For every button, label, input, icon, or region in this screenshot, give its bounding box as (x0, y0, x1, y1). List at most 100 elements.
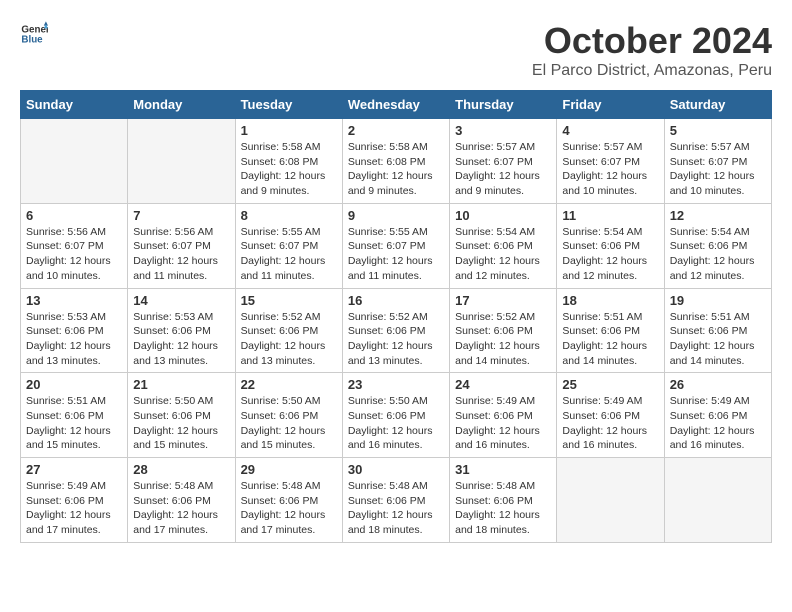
sunset-text: Sunset: 6:07 PM (133, 239, 229, 254)
daylight-text: Daylight: 12 hours and 14 minutes. (670, 339, 766, 368)
daylight-text: Daylight: 12 hours and 15 minutes. (26, 424, 122, 453)
calendar-cell: 27 Sunrise: 5:49 AM Sunset: 6:06 PM Dayl… (21, 458, 128, 543)
day-number: 19 (670, 293, 766, 308)
sunrise-text: Sunrise: 5:50 AM (348, 394, 444, 409)
calendar-cell: 22 Sunrise: 5:50 AM Sunset: 6:06 PM Dayl… (235, 373, 342, 458)
sunrise-text: Sunrise: 5:51 AM (562, 310, 658, 325)
day-info: Sunrise: 5:51 AM Sunset: 6:06 PM Dayligh… (562, 310, 658, 369)
day-info: Sunrise: 5:54 AM Sunset: 6:06 PM Dayligh… (562, 225, 658, 284)
sunset-text: Sunset: 6:07 PM (562, 155, 658, 170)
day-number: 11 (562, 208, 658, 223)
day-number: 18 (562, 293, 658, 308)
header-day-thursday: Thursday (450, 91, 557, 119)
week-row-0: 1 Sunrise: 5:58 AM Sunset: 6:08 PM Dayli… (21, 119, 772, 204)
day-number: 8 (241, 208, 337, 223)
day-info: Sunrise: 5:57 AM Sunset: 6:07 PM Dayligh… (455, 140, 551, 199)
sunrise-text: Sunrise: 5:50 AM (133, 394, 229, 409)
sunset-text: Sunset: 6:06 PM (241, 324, 337, 339)
title-area: October 2024 El Parco District, Amazonas… (532, 20, 772, 80)
calendar-cell: 10 Sunrise: 5:54 AM Sunset: 6:06 PM Dayl… (450, 203, 557, 288)
sunset-text: Sunset: 6:06 PM (241, 409, 337, 424)
calendar-cell: 26 Sunrise: 5:49 AM Sunset: 6:06 PM Dayl… (664, 373, 771, 458)
sunset-text: Sunset: 6:06 PM (26, 324, 122, 339)
day-info: Sunrise: 5:57 AM Sunset: 6:07 PM Dayligh… (670, 140, 766, 199)
sunset-text: Sunset: 6:06 PM (26, 494, 122, 509)
sunrise-text: Sunrise: 5:48 AM (455, 479, 551, 494)
day-info: Sunrise: 5:48 AM Sunset: 6:06 PM Dayligh… (348, 479, 444, 538)
calendar-cell: 7 Sunrise: 5:56 AM Sunset: 6:07 PM Dayli… (128, 203, 235, 288)
daylight-text: Daylight: 12 hours and 13 minutes. (26, 339, 122, 368)
sunrise-text: Sunrise: 5:52 AM (241, 310, 337, 325)
calendar-cell: 3 Sunrise: 5:57 AM Sunset: 6:07 PM Dayli… (450, 119, 557, 204)
sunset-text: Sunset: 6:06 PM (670, 324, 766, 339)
calendar-cell (557, 458, 664, 543)
day-number: 12 (670, 208, 766, 223)
daylight-text: Daylight: 12 hours and 16 minutes. (670, 424, 766, 453)
day-number: 10 (455, 208, 551, 223)
calendar-cell (664, 458, 771, 543)
day-number: 5 (670, 123, 766, 138)
daylight-text: Daylight: 12 hours and 17 minutes. (241, 508, 337, 537)
day-number: 28 (133, 462, 229, 477)
daylight-text: Daylight: 12 hours and 10 minutes. (670, 169, 766, 198)
sunrise-text: Sunrise: 5:57 AM (562, 140, 658, 155)
daylight-text: Daylight: 12 hours and 16 minutes. (455, 424, 551, 453)
day-info: Sunrise: 5:53 AM Sunset: 6:06 PM Dayligh… (133, 310, 229, 369)
daylight-text: Daylight: 12 hours and 16 minutes. (562, 424, 658, 453)
calendar-cell: 15 Sunrise: 5:52 AM Sunset: 6:06 PM Dayl… (235, 288, 342, 373)
day-info: Sunrise: 5:53 AM Sunset: 6:06 PM Dayligh… (26, 310, 122, 369)
sunrise-text: Sunrise: 5:57 AM (455, 140, 551, 155)
calendar-cell: 23 Sunrise: 5:50 AM Sunset: 6:06 PM Dayl… (342, 373, 449, 458)
day-info: Sunrise: 5:58 AM Sunset: 6:08 PM Dayligh… (241, 140, 337, 199)
calendar-cell: 18 Sunrise: 5:51 AM Sunset: 6:06 PM Dayl… (557, 288, 664, 373)
day-number: 31 (455, 462, 551, 477)
daylight-text: Daylight: 12 hours and 13 minutes. (133, 339, 229, 368)
daylight-text: Daylight: 12 hours and 15 minutes. (133, 424, 229, 453)
calendar-cell: 13 Sunrise: 5:53 AM Sunset: 6:06 PM Dayl… (21, 288, 128, 373)
day-info: Sunrise: 5:50 AM Sunset: 6:06 PM Dayligh… (348, 394, 444, 453)
sunset-text: Sunset: 6:06 PM (133, 324, 229, 339)
day-info: Sunrise: 5:49 AM Sunset: 6:06 PM Dayligh… (670, 394, 766, 453)
sunset-text: Sunset: 6:06 PM (670, 409, 766, 424)
daylight-text: Daylight: 12 hours and 17 minutes. (133, 508, 229, 537)
day-info: Sunrise: 5:48 AM Sunset: 6:06 PM Dayligh… (133, 479, 229, 538)
sunset-text: Sunset: 6:06 PM (348, 409, 444, 424)
header-day-sunday: Sunday (21, 91, 128, 119)
daylight-text: Daylight: 12 hours and 13 minutes. (348, 339, 444, 368)
day-number: 17 (455, 293, 551, 308)
daylight-text: Daylight: 12 hours and 9 minutes. (348, 169, 444, 198)
daylight-text: Daylight: 12 hours and 14 minutes. (455, 339, 551, 368)
daylight-text: Daylight: 12 hours and 11 minutes. (133, 254, 229, 283)
day-number: 20 (26, 377, 122, 392)
calendar-cell (128, 119, 235, 204)
svg-text:Blue: Blue (21, 34, 43, 45)
sunrise-text: Sunrise: 5:50 AM (241, 394, 337, 409)
day-number: 9 (348, 208, 444, 223)
day-info: Sunrise: 5:54 AM Sunset: 6:06 PM Dayligh… (455, 225, 551, 284)
sunset-text: Sunset: 6:06 PM (241, 494, 337, 509)
daylight-text: Daylight: 12 hours and 10 minutes. (562, 169, 658, 198)
calendar-cell: 5 Sunrise: 5:57 AM Sunset: 6:07 PM Dayli… (664, 119, 771, 204)
daylight-text: Daylight: 12 hours and 12 minutes. (670, 254, 766, 283)
daylight-text: Daylight: 12 hours and 10 minutes. (26, 254, 122, 283)
sunset-text: Sunset: 6:06 PM (562, 324, 658, 339)
sunrise-text: Sunrise: 5:48 AM (241, 479, 337, 494)
location-title: El Parco District, Amazonas, Peru (532, 62, 772, 80)
week-row-1: 6 Sunrise: 5:56 AM Sunset: 6:07 PM Dayli… (21, 203, 772, 288)
sunrise-text: Sunrise: 5:48 AM (348, 479, 444, 494)
header-day-friday: Friday (557, 91, 664, 119)
sunrise-text: Sunrise: 5:58 AM (348, 140, 444, 155)
day-info: Sunrise: 5:56 AM Sunset: 6:07 PM Dayligh… (133, 225, 229, 284)
calendar-cell: 16 Sunrise: 5:52 AM Sunset: 6:06 PM Dayl… (342, 288, 449, 373)
sunset-text: Sunset: 6:06 PM (562, 239, 658, 254)
day-number: 1 (241, 123, 337, 138)
sunrise-text: Sunrise: 5:48 AM (133, 479, 229, 494)
calendar-cell: 8 Sunrise: 5:55 AM Sunset: 6:07 PM Dayli… (235, 203, 342, 288)
calendar-cell: 4 Sunrise: 5:57 AM Sunset: 6:07 PM Dayli… (557, 119, 664, 204)
day-info: Sunrise: 5:54 AM Sunset: 6:06 PM Dayligh… (670, 225, 766, 284)
header-day-monday: Monday (128, 91, 235, 119)
day-number: 4 (562, 123, 658, 138)
sunrise-text: Sunrise: 5:49 AM (562, 394, 658, 409)
sunrise-text: Sunrise: 5:56 AM (26, 225, 122, 240)
sunset-text: Sunset: 6:06 PM (133, 409, 229, 424)
